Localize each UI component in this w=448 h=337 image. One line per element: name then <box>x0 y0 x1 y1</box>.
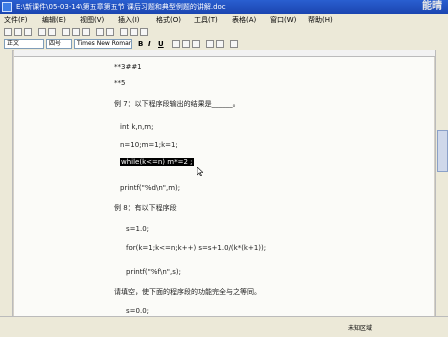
horizontal-ruler[interactable] <box>14 50 448 57</box>
open-icon[interactable] <box>14 28 22 36</box>
mouse-cursor-icon <box>197 167 203 176</box>
window-title: E:\新课件\05-03-14\第五章第五节 课后习题和典型例题的讲解.doc <box>16 3 226 11</box>
menu-window[interactable]: 窗口(W) <box>270 14 296 26</box>
code-line: s=0.0; <box>126 307 150 315</box>
menu-edit[interactable]: 编辑(E) <box>42 14 66 26</box>
align-center-icon[interactable] <box>182 40 190 48</box>
numbering-icon[interactable] <box>206 40 214 48</box>
italic-button[interactable]: I <box>148 39 151 49</box>
bullets-icon[interactable] <box>216 40 224 48</box>
menu-format[interactable]: 格式(O) <box>156 14 181 26</box>
paste-icon[interactable] <box>82 28 90 36</box>
menu-bar: 文件(F) 编辑(E) 视图(V) 插入(I) 格式(O) 工具(T) 表格(A… <box>0 14 448 26</box>
table-icon[interactable] <box>120 28 128 36</box>
vertical-scrollbar[interactable] <box>435 50 448 316</box>
copy-icon[interactable] <box>72 28 80 36</box>
instruction-text: 请填空，使下面的程序段的功能完全与之等同。 <box>114 288 261 296</box>
doc-line: **3##1 <box>114 63 142 71</box>
align-right-icon[interactable] <box>192 40 200 48</box>
title-bar: E:\新课件\05-03-14\第五章第五节 课后习题和典型例题的讲解.doc … <box>0 0 448 14</box>
vertical-ruler[interactable] <box>0 50 13 316</box>
menu-view[interactable]: 视图(V) <box>80 14 104 26</box>
code-line: for(k=1;k<=n;k++) s=s+1.0/(k*(k+1)); <box>126 244 267 252</box>
code-line: printf("%d\n",m); <box>120 184 181 192</box>
selected-code-line[interactable]: while(k<=n) m*=2 ; <box>120 158 194 166</box>
code-line: printf("%f\n",s); <box>126 268 181 276</box>
preview-icon[interactable] <box>48 28 56 36</box>
example-7-heading: 例 7：以下程序段输出的结果是______。 <box>114 100 240 108</box>
drawing-icon[interactable] <box>140 28 148 36</box>
style-dropdown[interactable]: 正文 <box>4 39 44 49</box>
example-8-heading: 例 8：有以下程序段 <box>114 204 177 212</box>
menu-insert[interactable]: 插入(I) <box>118 14 140 26</box>
watermark-logo: 能晴 <box>422 1 442 12</box>
doc-line: **5 <box>114 79 126 87</box>
new-icon[interactable] <box>4 28 12 36</box>
status-bar: 未知区域 <box>0 316 448 337</box>
scrollbar-thumb[interactable] <box>437 130 448 172</box>
document-area[interactable]: **3##1 **5 例 7：以下程序段输出的结果是______。 int k,… <box>14 57 434 316</box>
undo-icon[interactable] <box>96 28 104 36</box>
menu-table[interactable]: 表格(A) <box>232 14 256 26</box>
bold-button[interactable]: B <box>138 39 143 49</box>
underline-button[interactable]: U <box>158 39 164 49</box>
redo-icon[interactable] <box>106 28 114 36</box>
align-left-icon[interactable] <box>172 40 180 48</box>
status-text: 未知区域 <box>348 325 373 332</box>
code-line: int k,n,m; <box>120 123 154 131</box>
font-size-dropdown[interactable]: 四号 <box>46 39 72 49</box>
code-line: n=10;m=1;k=1; <box>120 141 178 149</box>
menu-tools[interactable]: 工具(T) <box>194 14 218 26</box>
font-dropdown[interactable]: Times New Roman <box>74 39 132 49</box>
menu-file[interactable]: 文件(F) <box>4 14 28 26</box>
word-app-icon <box>2 2 12 12</box>
cut-icon[interactable] <box>62 28 70 36</box>
menu-help[interactable]: 帮助(H) <box>308 14 333 26</box>
print-icon[interactable] <box>38 28 46 36</box>
code-line: s=1.0; <box>126 225 150 233</box>
columns-icon[interactable] <box>130 28 138 36</box>
font-color-icon[interactable] <box>230 40 238 48</box>
save-icon[interactable] <box>24 28 32 36</box>
